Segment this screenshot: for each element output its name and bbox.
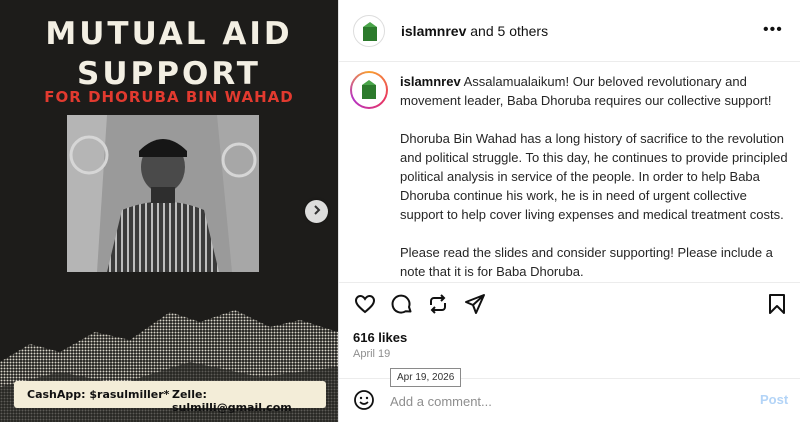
post-details-panel: islamnrev and 5 others ••• islamnrev Ass…: [338, 0, 800, 422]
action-bar: [339, 282, 800, 322]
heart-icon[interactable]: [353, 292, 377, 316]
author-username[interactable]: islamnrev: [401, 23, 466, 39]
caption-section: islamnrev Assalamualaikum! Our beloved r…: [339, 62, 800, 282]
caption-text: islamnrev Assalamualaikum! Our beloved r…: [400, 72, 792, 282]
zelle-email: Zelle: sulmilli@gmail.com: [172, 388, 292, 414]
collaborators-text[interactable]: and 5 others: [466, 23, 548, 39]
post-comment-button[interactable]: Post: [760, 392, 788, 407]
comment-bubble-icon[interactable]: [390, 292, 414, 316]
bookmark-icon[interactable]: [765, 292, 789, 316]
chevron-right-icon: [311, 203, 323, 221]
smiley-icon[interactable]: [353, 389, 375, 411]
post-author-line: islamnrev and 5 others: [401, 23, 548, 39]
payment-info-bar: CashApp: $rasulmiller* Zelle: sulmilli@g…: [14, 381, 326, 414]
poster-title-line2: SUPPORT: [77, 56, 261, 92]
poster-title-line1: MUTUAL AID: [45, 16, 293, 52]
repost-icon[interactable]: [426, 292, 450, 316]
portrait-photo: [67, 115, 259, 272]
send-icon[interactable]: [463, 292, 487, 316]
caption-paragraph-3: Please read the slides and consider supp…: [400, 245, 773, 279]
avatar[interactable]: [353, 15, 385, 47]
more-options-button[interactable]: •••: [763, 21, 783, 39]
cashapp-handle: CashApp: $rasulmiller*: [27, 388, 170, 401]
next-slide-button[interactable]: [305, 200, 328, 223]
caption-username[interactable]: islamnrev: [400, 74, 461, 89]
caption-avatar[interactable]: [350, 71, 388, 109]
caption-paragraph-2: Dhoruba Bin Wahad has a long history of …: [400, 131, 788, 222]
date-tooltip: Apr 19, 2026: [390, 368, 462, 387]
poster-subtitle: FOR DHORUBA BIN WAHAD: [44, 88, 294, 106]
post-date[interactable]: April 19: [353, 348, 390, 360]
comment-input[interactable]: [390, 391, 730, 411]
post-image[interactable]: MUTUAL AID SUPPORT FOR DHORUBA BIN WAHAD: [0, 0, 338, 422]
likes-count[interactable]: 616 likes: [353, 330, 407, 345]
instagram-post-view: MUTUAL AID SUPPORT FOR DHORUBA BIN WAHAD: [0, 0, 800, 422]
post-header: islamnrev and 5 others •••: [339, 0, 800, 62]
